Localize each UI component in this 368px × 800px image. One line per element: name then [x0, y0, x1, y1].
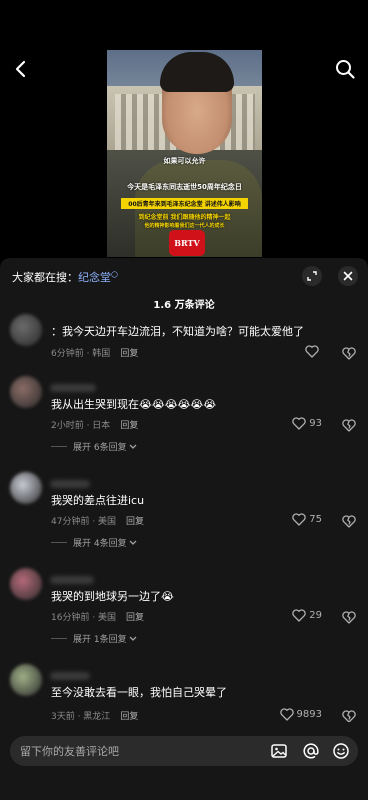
avatar[interactable] — [10, 376, 42, 408]
expand-divider — [51, 542, 67, 543]
mention-button[interactable] — [302, 742, 320, 760]
comment-time-location: 3天前 · 黑龙江 — [51, 712, 111, 722]
like-button[interactable]: 29 — [292, 609, 322, 622]
broken-heart-icon — [342, 611, 356, 624]
back-button[interactable] — [10, 58, 32, 80]
video-area: 如果可以允许 今天是毛泽东同志逝世50周年纪念日 00后青年来到毛泽东纪念堂 讲… — [0, 0, 368, 258]
comment-text: 至今没敢去看一眼，我怕自己哭晕了 — [51, 686, 227, 699]
like-count: 93 — [309, 418, 322, 429]
expand-sheet-button[interactable] — [302, 266, 322, 286]
like-count: 9893 — [296, 709, 322, 720]
at-icon — [303, 743, 319, 759]
comment-time-location: 2小时前 · 日本 — [51, 421, 111, 431]
comment-count: 1.6 万条评论 — [153, 300, 215, 311]
dislike-button[interactable] — [342, 513, 356, 532]
username-blurred — [50, 384, 96, 392]
broken-heart-icon — [342, 515, 356, 528]
image-button[interactable] — [270, 742, 288, 760]
avatar[interactable] — [10, 314, 42, 346]
chevron-left-icon — [15, 60, 26, 78]
video-caption-5: 他的精神影响着我们这一代人的成长 — [144, 223, 225, 229]
hot-search-prefix: 大家都在搜： — [12, 271, 78, 284]
expand-divider — [51, 638, 67, 639]
comment-text: ：我今天边开车边流泪，不知道为啥？可能太爱他了 — [51, 325, 304, 338]
comment-time-location: 16分钟前 · 美国 — [51, 613, 117, 623]
close-sheet-button[interactable] — [338, 266, 358, 286]
expand-divider — [51, 446, 67, 447]
expand-replies-button[interactable]: 展开 1条回复 — [51, 632, 139, 645]
video-thumbnail[interactable]: 如果可以允许 今天是毛泽东同志逝世50周年纪念日 00后青年来到毛泽东纪念堂 讲… — [107, 50, 262, 257]
comment-time-location: 6分钟前 · 韩国 — [51, 349, 111, 359]
heart-icon — [292, 417, 307, 430]
like-button[interactable]: 75 — [292, 513, 322, 526]
video-caption-1: 如果可以允许 — [163, 157, 206, 165]
avatar[interactable] — [10, 568, 42, 600]
comment-meta: 2小时前 · 日本 回复 — [51, 418, 138, 431]
smiley-icon — [333, 743, 349, 759]
expand-replies-label: 展开 1条回复 — [73, 635, 127, 645]
comment-input-bar — [0, 722, 368, 800]
like-count: 75 — [309, 514, 322, 525]
username-blurred — [50, 576, 94, 584]
expand-replies-label: 展开 4条回复 — [73, 539, 127, 549]
reply-button[interactable]: 回复 — [126, 613, 144, 623]
like-button[interactable]: 9893 — [279, 708, 322, 721]
broken-heart-icon — [342, 419, 356, 432]
comment-meta: 3天前 · 黑龙江 回复 — [51, 709, 138, 722]
close-icon — [343, 271, 353, 281]
comment-input-box[interactable] — [10, 736, 358, 766]
like-count: 29 — [309, 610, 322, 621]
comment-text: 我哭的差点往进icu — [51, 494, 145, 507]
username-blurred — [50, 480, 90, 488]
video-caption-4: 到纪念堂前 我们跟随他的精神一起 — [138, 214, 231, 221]
reply-button[interactable]: 回复 — [120, 349, 138, 359]
chevron-down-icon — [129, 444, 137, 449]
chevron-down-icon — [129, 540, 137, 545]
video-caption-2: 今天是毛泽东同志逝世50周年纪念日 — [127, 183, 242, 191]
heart-icon — [305, 345, 319, 358]
reply-button[interactable]: 回复 — [120, 712, 138, 722]
heart-icon — [279, 708, 294, 721]
sheet-header: 大家都在搜：纪念堂○ — [0, 258, 368, 292]
search-icon — [336, 60, 355, 79]
expand-icon — [307, 271, 317, 281]
expand-replies-button[interactable]: 展开 4条回复 — [51, 536, 139, 549]
username-blurred — [50, 672, 90, 680]
expand-replies-label: 展开 6条回复 — [73, 443, 127, 453]
reply-button[interactable]: 回复 — [126, 517, 144, 527]
dislike-button[interactable] — [342, 609, 356, 628]
heart-icon — [292, 513, 307, 526]
heart-icon — [292, 609, 307, 622]
search-small-icon: ○ — [111, 269, 118, 279]
brtv-microphone-logo: BRTV — [169, 230, 205, 256]
comment-meta: 6分钟前 · 韩国 回复 — [51, 346, 138, 359]
image-icon — [271, 744, 287, 758]
dislike-button[interactable] — [342, 417, 356, 436]
comment-input[interactable] — [20, 736, 260, 766]
dislike-button[interactable] — [342, 345, 356, 364]
expand-replies-button[interactable]: 展开 6条回复 — [51, 440, 139, 453]
search-button[interactable] — [334, 58, 356, 80]
hot-search-label[interactable]: 大家都在搜：纪念堂○ — [12, 269, 118, 285]
comment-text: 我哭的到地球另一边了😭 — [51, 590, 174, 603]
comment-time-location: 47分钟前 · 美国 — [51, 517, 117, 527]
broken-heart-icon — [342, 347, 356, 360]
person-hair — [160, 52, 234, 92]
comment-meta: 16分钟前 · 美国 回复 — [51, 610, 144, 623]
avatar[interactable] — [10, 664, 42, 696]
like-button[interactable] — [305, 345, 322, 358]
like-button[interactable]: 93 — [292, 417, 322, 430]
chevron-down-icon — [129, 636, 137, 641]
comment-meta: 47分钟前 · 美国 回复 — [51, 514, 144, 527]
comment-text: 我从出生哭到现在😭😭😭😭😭😭 — [51, 398, 217, 411]
reply-button[interactable]: 回复 — [120, 421, 138, 431]
emoji-button[interactable] — [332, 742, 350, 760]
video-caption-3: 00后青年来到毛泽东纪念堂 讲述伟人影响 — [121, 198, 248, 209]
avatar[interactable] — [10, 472, 42, 504]
hot-search-link[interactable]: 纪念堂 — [78, 271, 111, 284]
